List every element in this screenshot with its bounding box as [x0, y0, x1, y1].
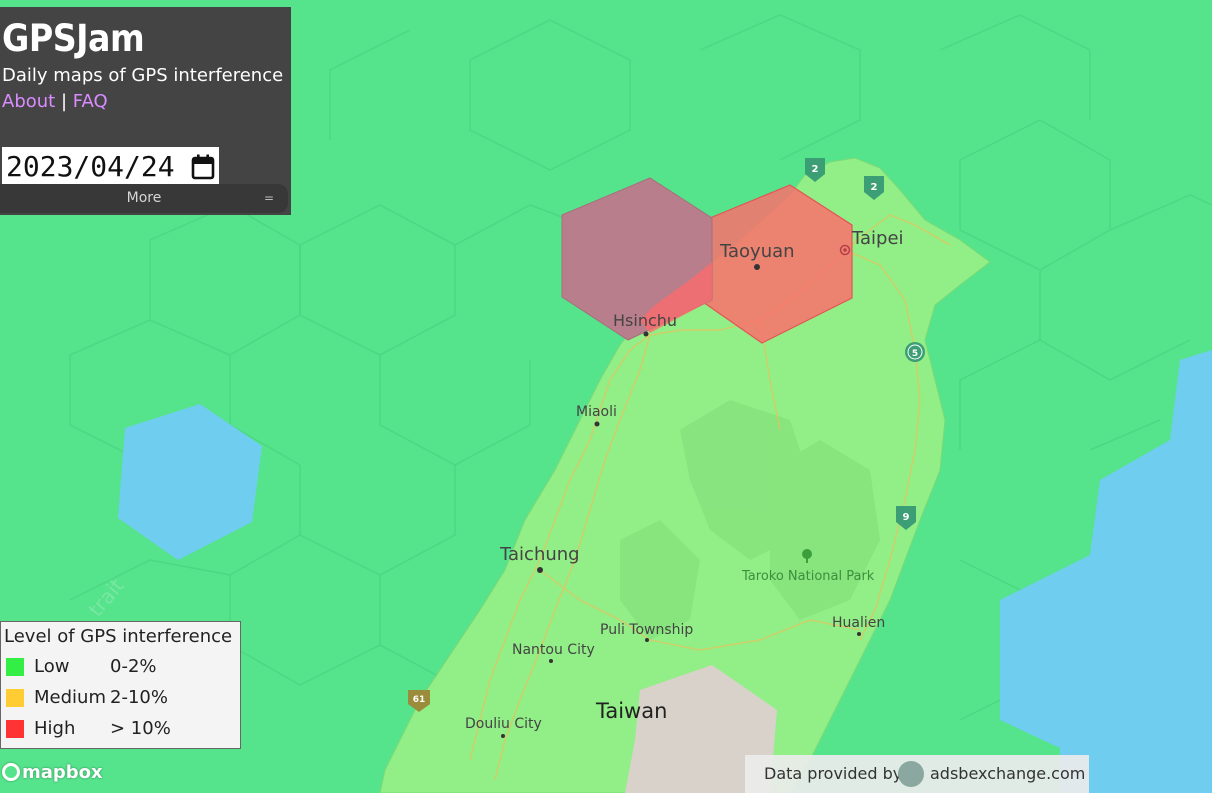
grip-icon: =: [263, 191, 274, 205]
high-swatch: [6, 720, 24, 738]
puli-marker: [645, 638, 649, 642]
label-taroko: Taroko National Park: [741, 569, 875, 584]
mapbox-icon: [2, 763, 20, 781]
taichung-marker: [537, 567, 543, 573]
label-puli: Puli Township: [600, 622, 693, 638]
label-taiwan: Taiwan: [595, 699, 667, 723]
miaoli-marker: [594, 421, 600, 427]
app-subtitle: Daily maps of GPS interference: [2, 65, 284, 86]
app-title: GPSJam: [2, 17, 145, 60]
date-input[interactable]: 2023/04/24: [2, 147, 219, 187]
taipei-capital-dot: [843, 248, 847, 252]
taoyuan-marker: [754, 264, 760, 270]
label-miaoli: Miaoli: [576, 404, 617, 420]
label-taipei: Taipei: [851, 228, 904, 249]
legend-label: Medium: [34, 687, 106, 708]
nav-links: About | FAQ: [2, 91, 108, 112]
more-toggle[interactable]: More =: [0, 184, 288, 213]
legend-range: 2-10%: [110, 687, 168, 708]
about-link[interactable]: About: [2, 91, 55, 112]
header-panel: GPSJam Daily maps of GPS interference Ab…: [0, 7, 291, 215]
label-taoyuan: Taoyuan: [719, 241, 795, 262]
medium-swatch: [6, 689, 24, 707]
svg-text:5: 5: [912, 349, 918, 359]
legend-range: > 10%: [110, 718, 171, 739]
label-hualien: Hualien: [832, 615, 885, 631]
svg-text:9: 9: [903, 512, 910, 523]
hualien-marker: [857, 632, 861, 636]
label-douliu: Douliu City: [465, 716, 542, 732]
attribution-bar: Data provided by adsbexchange.com: [745, 755, 1089, 793]
douliu-marker: [501, 734, 505, 738]
attribution-site-link[interactable]: adsbexchange.com: [930, 764, 1085, 783]
hsinchu-marker: [643, 331, 649, 337]
legend-label: Low: [34, 656, 70, 677]
attribution-prefix: Data provided by: [764, 764, 903, 783]
more-label: More: [126, 190, 162, 206]
interference-legend: Level of GPS interference Low 0-2% Mediu…: [0, 621, 241, 749]
label-nantou: Nantou City: [512, 642, 595, 658]
legend-label: High: [34, 718, 76, 739]
svg-text:61: 61: [413, 695, 426, 705]
adsbexchange-icon: [898, 761, 924, 787]
legend-range: 0-2%: [110, 656, 157, 677]
mapbox-wordmark: mapbox: [22, 762, 103, 783]
nantou-marker: [549, 659, 553, 663]
faq-link[interactable]: FAQ: [73, 91, 108, 112]
link-separator: |: [60, 91, 68, 112]
route-shield-5: 5: [905, 342, 925, 362]
low-swatch: [6, 658, 24, 676]
legend-title: Level of GPS interference: [4, 626, 233, 647]
calendar-icon[interactable]: [191, 154, 215, 180]
svg-text:2: 2: [871, 182, 878, 193]
label-hsinchu: Hsinchu: [613, 311, 677, 330]
label-taichung: Taichung: [499, 544, 580, 565]
mapbox-logo[interactable]: mapbox: [2, 760, 103, 786]
svg-text:2: 2: [812, 164, 819, 175]
date-value: 2023/04/24: [6, 150, 175, 183]
